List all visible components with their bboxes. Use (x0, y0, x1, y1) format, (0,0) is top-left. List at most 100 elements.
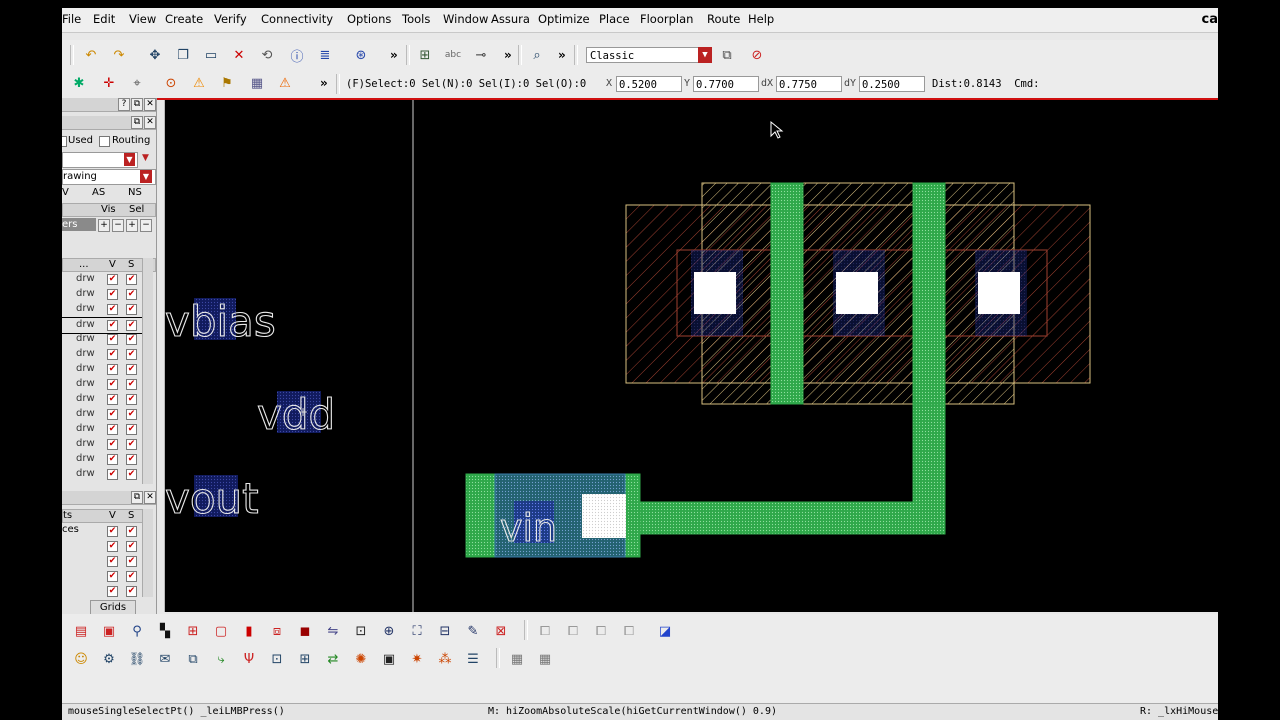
close-icon[interactable]: ✕ (144, 491, 156, 504)
stretch-icon[interactable]: ▭ (202, 46, 220, 64)
menu-floorplan[interactable]: Floorplan (640, 12, 693, 26)
layer-selectable-checkbox[interactable]: ✔ (126, 454, 137, 465)
layer-visible-checkbox[interactable]: ✔ (107, 349, 118, 360)
crosshair-icon[interactable]: ✛ (100, 74, 118, 92)
dy-field[interactable]: 0.2500 (859, 76, 925, 92)
layer-row[interactable]: drw ✔ ✔ (62, 272, 146, 287)
layer-visible-checkbox[interactable]: ✔ (107, 274, 118, 285)
workspace-save-icon[interactable]: ⧉ (718, 46, 736, 64)
link-icon[interactable]: ⛓ (128, 650, 146, 668)
menu-options[interactable]: Options (347, 12, 391, 26)
object-row[interactable]: ✔ ✔ (62, 539, 146, 554)
label-icon[interactable]: abc (444, 46, 462, 64)
filter-options-icon[interactable]: ▼ (142, 153, 149, 163)
layer-list-scrollbar[interactable] (142, 258, 153, 484)
path-icon[interactable]: ⊸ (472, 46, 490, 64)
layer-row[interactable]: drw ✔ ✔ (62, 407, 146, 422)
delete-icon[interactable]: ✕ (230, 46, 248, 64)
probe-icon[interactable]: ⊙ (162, 74, 180, 92)
layer-selectable-checkbox[interactable]: ✔ (126, 379, 137, 390)
layer-selectable-checkbox[interactable]: ✔ (126, 439, 137, 450)
layer-selectable-checkbox[interactable]: ✔ (126, 469, 137, 480)
menu-optimize[interactable]: Optimize (538, 12, 590, 26)
toolbar-overflow-icon[interactable]: » (320, 76, 328, 90)
grid-small-icon[interactable]: ▦ (508, 650, 526, 668)
hide-all-icon[interactable]: − (112, 219, 124, 232)
used-checkbox[interactable] (62, 136, 67, 147)
layer-visible-checkbox[interactable]: ✔ (107, 289, 118, 300)
layer-visible-checkbox[interactable]: ✔ (107, 424, 118, 435)
layer-selectable-checkbox[interactable]: ✔ (126, 409, 137, 420)
color-picker-icon[interactable]: ◪ (656, 622, 674, 640)
layer-visible-checkbox[interactable]: ✔ (107, 394, 118, 405)
menu-window[interactable]: Window (443, 12, 488, 26)
select-pointer-icon[interactable]: ⌖ (128, 74, 146, 92)
object-selectable-checkbox[interactable]: ✔ (126, 571, 137, 582)
layer-filter-icon[interactable]: ▦ (248, 74, 266, 92)
layer-row[interactable]: drw ✔ ✔ (62, 287, 146, 302)
select-all-layers-icon[interactable]: + (126, 219, 138, 232)
layer-selectable-checkbox[interactable]: ✔ (126, 364, 137, 375)
record-icon[interactable]: ◼ (296, 622, 314, 640)
layer-visible-checkbox[interactable]: ✔ (107, 439, 118, 450)
rotate-icon[interactable]: ⟲ (258, 46, 276, 64)
float-icon[interactable]: ⧉ (131, 98, 143, 111)
flare-icon[interactable]: ✷ (408, 650, 426, 668)
deselect-all-layers-icon[interactable]: − (140, 219, 152, 232)
workspace-select[interactable]: Classic ▼ (586, 47, 712, 63)
redo-icon[interactable]: ↷ (110, 46, 128, 64)
layer-visible-checkbox[interactable]: ✔ (107, 304, 118, 315)
frame-icon[interactable]: ⧈ (268, 622, 286, 640)
layer-visible-checkbox[interactable]: ✔ (107, 469, 118, 480)
menu-edit[interactable]: Edit (93, 12, 115, 26)
menu-assura[interactable]: Assura (491, 12, 530, 26)
layer-selectable-checkbox[interactable]: ✔ (126, 320, 137, 331)
connect-icon[interactable]: ⊠ (492, 622, 510, 640)
align-left-icon[interactable]: ⧠ (536, 622, 554, 640)
tree-icon[interactable]: ⚲ (128, 622, 146, 640)
layer-row[interactable]: drw ✔ ✔ (62, 377, 146, 392)
bar-chart-icon[interactable]: ▮ (240, 622, 258, 640)
align-icon[interactable]: ≣ (316, 46, 334, 64)
layer-row[interactable]: drw ✔ ✔ (62, 452, 146, 467)
distribute-icon[interactable]: ⧠ (620, 622, 638, 640)
help-icon[interactable]: ? (118, 98, 130, 111)
shape-icon[interactable]: ⊡ (268, 650, 286, 668)
layer-selectable-checkbox[interactable]: ✔ (126, 349, 137, 360)
add-pin-icon[interactable]: ⊞ (416, 46, 434, 64)
workspace-load-icon[interactable]: ⊘ (748, 46, 766, 64)
objects-list-scrollbar[interactable] (142, 509, 153, 597)
object-row[interactable]: ✔ ✔ (62, 584, 146, 599)
terminal-icon[interactable]: ▣ (380, 650, 398, 668)
chevron-down-icon[interactable]: ▼ (140, 170, 152, 183)
menu-verify[interactable]: Verify (214, 12, 247, 26)
menu-place[interactable]: Place (599, 12, 630, 26)
float-icon[interactable]: ⧉ (131, 491, 143, 504)
chevron-down-icon[interactable]: ▼ (124, 153, 135, 166)
object-selectable-checkbox[interactable]: ✔ (126, 586, 137, 597)
menu-tools[interactable]: Tools (402, 12, 430, 26)
layer-selectable-checkbox[interactable]: ✔ (126, 394, 137, 405)
object-visible-checkbox[interactable]: ✔ (107, 526, 118, 537)
chevron-down-icon[interactable]: ▼ (698, 47, 712, 63)
bus-icon[interactable]: ⇋ (324, 622, 342, 640)
folder-icon[interactable]: ▢ (212, 622, 230, 640)
clear-markers-icon[interactable]: ⚠ (276, 74, 294, 92)
toolbar-overflow-icon[interactable]: » (390, 48, 398, 62)
object-visible-checkbox[interactable]: ✔ (107, 556, 118, 567)
float-icon[interactable]: ⧉ (131, 116, 143, 129)
layer-visible-checkbox[interactable]: ✔ (107, 379, 118, 390)
object-row[interactable]: ✔ ✔ (62, 554, 146, 569)
close-icon[interactable]: ✕ (144, 116, 156, 129)
menu-view[interactable]: View (129, 12, 156, 26)
menu-create[interactable]: Create (165, 12, 203, 26)
antenna-icon[interactable]: Ψ (240, 650, 258, 668)
marker-icon[interactable]: ⚑ (218, 74, 236, 92)
layout-canvas[interactable]: vbias vdd vout vin + (164, 100, 1218, 612)
routing-checkbox[interactable] (99, 136, 110, 147)
select-all-icon[interactable]: ✱ (70, 74, 88, 92)
menu-route[interactable]: Route (707, 12, 740, 26)
layer-selectable-checkbox[interactable]: ✔ (126, 274, 137, 285)
toolbar-overflow-icon[interactable]: » (504, 48, 512, 62)
align-center-icon[interactable]: ⧠ (564, 622, 582, 640)
